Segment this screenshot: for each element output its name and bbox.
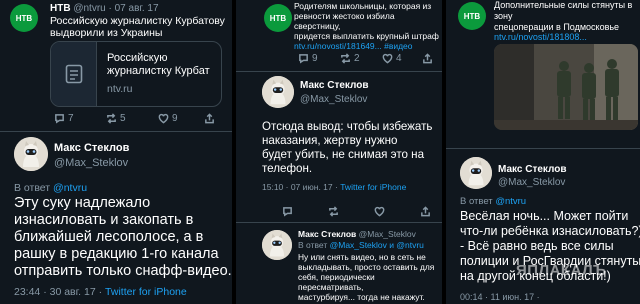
tweet-text: Родителям школьницы, которая из ревности… bbox=[294, 1, 439, 51]
reply-mention-link[interactable]: @ntvru bbox=[53, 182, 87, 194]
avatar[interactable] bbox=[262, 230, 292, 260]
share-icon bbox=[421, 206, 430, 217]
tweet-text: Российскую журналистку Курбатову выдвори… bbox=[50, 15, 225, 40]
heart-icon bbox=[382, 53, 393, 64]
screenshot-column-3: НТВ Дополнительные силы стянуты в зону с… bbox=[446, 0, 640, 304]
heart-icon bbox=[374, 206, 385, 217]
retweet-icon bbox=[329, 206, 338, 217]
ntv-logo-icon: НТВ bbox=[464, 12, 481, 21]
divider bbox=[446, 148, 640, 149]
retweet-action[interactable] bbox=[328, 206, 374, 217]
reply-action[interactable]: 7 bbox=[54, 113, 106, 124]
link-card[interactable]: Российскую журналистку Курбат ntv.ru bbox=[50, 41, 222, 107]
ntv-avatar[interactable]: НТВ bbox=[458, 2, 486, 30]
watermark-text: ЯПЛАКАЛЪ bbox=[516, 262, 607, 279]
svg-text:НТВ: НТВ bbox=[464, 12, 481, 21]
heart-icon bbox=[158, 113, 169, 124]
reply-timestamp: 23:44 · 30 авг. 17 · Twitter for iPhone bbox=[14, 286, 187, 298]
reply-text: Отсюда вывод: чтобы избежать наказания, … bbox=[262, 120, 433, 175]
author-handle[interactable]: @Max_Steklov bbox=[359, 229, 416, 239]
reply-text: Эту суку надлежало изнасиловать и закопа… bbox=[14, 195, 232, 280]
screenshot-column-2: НТВ Родителям школьницы, которая из ревн… bbox=[236, 0, 442, 304]
author-handle[interactable]: @Max_Steklov bbox=[498, 177, 565, 188]
tweet-actions: 9 2 4 bbox=[298, 53, 433, 64]
share-icon bbox=[423, 53, 432, 64]
tweet-text: Дополнительные силы стянуты в зону спецо… bbox=[494, 0, 640, 43]
avatar[interactable] bbox=[262, 76, 294, 108]
ntv-avatar[interactable]: НТВ bbox=[10, 4, 38, 32]
author-name[interactable]: Макс Стеклов bbox=[298, 229, 356, 239]
author-handle[interactable]: @ntvru bbox=[73, 3, 105, 14]
reply2-header: Макс Стеклов @Max_Steklov bbox=[298, 229, 416, 239]
share-action[interactable] bbox=[420, 206, 431, 217]
client-link[interactable]: Twitter for iPhone bbox=[340, 182, 406, 192]
hashtag-link[interactable]: #видео bbox=[384, 41, 412, 51]
author-handle[interactable]: @Max_Steklov bbox=[54, 157, 128, 169]
ntv-logo-icon: НТВ bbox=[16, 14, 33, 23]
retweet-icon bbox=[341, 53, 350, 64]
avatar[interactable] bbox=[14, 137, 48, 171]
card-thumbnail bbox=[51, 42, 97, 106]
author-name[interactable]: Макс Стеклов bbox=[300, 80, 369, 91]
cat-avatar-icon bbox=[262, 230, 292, 260]
tweet-link[interactable]: ntv.ru/novosti/181808... bbox=[494, 32, 640, 43]
share-action[interactable] bbox=[422, 53, 433, 64]
like-action[interactable]: 4 bbox=[382, 53, 422, 64]
divider bbox=[236, 222, 442, 223]
reply-icon bbox=[299, 54, 308, 64]
reply-action[interactable]: 9 bbox=[298, 53, 340, 64]
tweet-photo[interactable] bbox=[494, 44, 638, 130]
cat-avatar-icon bbox=[262, 76, 294, 108]
tweet-link[interactable]: ntv.ru/novosti/181649... bbox=[294, 41, 382, 51]
retweet-action[interactable]: 5 bbox=[106, 113, 158, 124]
reply-text: Ну или снять видео, но в сеть не выклады… bbox=[298, 252, 435, 303]
like-action[interactable]: 9 bbox=[158, 113, 204, 124]
retweet-icon bbox=[107, 113, 116, 124]
card-domain: ntv.ru bbox=[107, 83, 133, 95]
svg-text:НТВ: НТВ bbox=[16, 14, 33, 23]
reply-action[interactable] bbox=[282, 206, 328, 217]
author-handle[interactable]: @Max_Steklov bbox=[300, 94, 367, 105]
divider bbox=[0, 131, 232, 132]
ntv-avatar[interactable]: НТВ bbox=[264, 4, 292, 32]
author-name[interactable]: Макс Стеклов bbox=[498, 164, 567, 175]
tweet-date: · 07 авг. 17 bbox=[108, 3, 159, 14]
soldiers-photo-image bbox=[494, 44, 638, 130]
author-name[interactable]: НТВ bbox=[50, 3, 71, 14]
author-name[interactable]: Макс Стеклов bbox=[54, 142, 129, 154]
in-reply-to: В ответ @ntvru bbox=[460, 196, 527, 207]
tweet-header: НТВ @ntvru · 07 авг. 17 bbox=[50, 3, 159, 14]
cat-avatar-icon bbox=[14, 137, 48, 171]
reply-mention-link[interactable]: @ntvru bbox=[495, 196, 526, 207]
retweet-action[interactable]: 2 bbox=[340, 53, 382, 64]
tweet-actions bbox=[282, 206, 431, 217]
reply-timestamp: 15:10 · 07 июн. 17 · Twitter for iPhone bbox=[262, 182, 407, 192]
svg-text:НТВ: НТВ bbox=[270, 14, 287, 23]
screenshot-column-1: НТВ НТВ @ntvru · 07 авг. 17 Российскую ж… bbox=[0, 0, 232, 304]
in-reply-to: В ответ @Max_Steklov и @ntvru bbox=[298, 240, 424, 250]
divider bbox=[236, 71, 442, 72]
reply-timestamp: 00:14 · 11 июн. 17 · bbox=[460, 292, 540, 302]
reply-icon bbox=[283, 207, 292, 217]
document-icon bbox=[65, 64, 82, 84]
share-icon bbox=[205, 113, 214, 124]
ntv-logo-icon: НТВ bbox=[270, 14, 287, 23]
share-action[interactable] bbox=[204, 113, 215, 124]
reply-icon bbox=[55, 114, 64, 124]
reply-mention-link[interactable]: @Max_Steklov и @ntvru bbox=[330, 240, 424, 250]
client-link[interactable]: Twitter for iPhone bbox=[105, 286, 187, 298]
cat-avatar-icon bbox=[460, 157, 492, 189]
tweet-actions: 7 5 9 bbox=[54, 113, 215, 124]
in-reply-to: В ответ @ntvru bbox=[14, 182, 88, 194]
card-title: Российскую журналистку Курбат bbox=[107, 52, 210, 78]
like-action[interactable] bbox=[374, 206, 420, 217]
avatar[interactable] bbox=[460, 157, 492, 189]
